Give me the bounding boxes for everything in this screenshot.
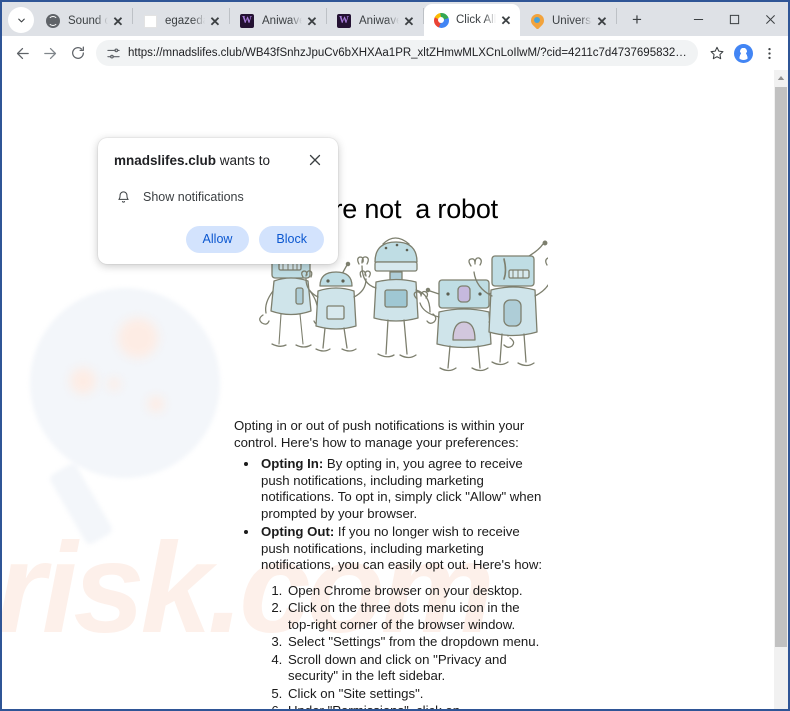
browser-window: Sound of F ✕ egazedatt ✕ W Aniwave T ✕ W bbox=[0, 0, 790, 711]
minimize-button[interactable] bbox=[680, 3, 716, 35]
dialog-title: mnadslifes.club wants to bbox=[114, 152, 270, 170]
tab-close-icon[interactable]: ✕ bbox=[304, 13, 320, 29]
bookmark-star-icon[interactable] bbox=[704, 40, 730, 66]
dialog-origin: mnadslifes.club bbox=[114, 153, 217, 168]
bullet-term: Opting Out: bbox=[261, 524, 335, 539]
list-item: Select "Settings" from the dropdown menu… bbox=[286, 634, 546, 651]
content-viewport: risk.com if you are nota robot bbox=[2, 70, 788, 709]
browser-toolbar: https://mnadslifes.club/WB43fSnhzJpuCv6b… bbox=[2, 36, 788, 70]
reload-button[interactable] bbox=[64, 39, 92, 67]
maximize-button[interactable] bbox=[716, 3, 752, 35]
new-tab-button[interactable]: + bbox=[623, 6, 651, 34]
list-item: Under "Permissions", click on "Notificat… bbox=[286, 703, 546, 709]
tab-title: egazedatt bbox=[165, 15, 205, 27]
permission-label: Show notifications bbox=[143, 190, 244, 204]
tab-close-icon[interactable]: ✕ bbox=[110, 13, 126, 29]
tab-title: Aniwave T bbox=[262, 15, 302, 27]
intro-paragraph: Opting in or out of push notifications i… bbox=[234, 418, 525, 450]
chevron-down-icon bbox=[16, 15, 27, 26]
tab-strip: Sound of F ✕ egazedatt ✕ W Aniwave T ✕ W bbox=[2, 2, 788, 36]
scroll-up-arrow-icon[interactable] bbox=[774, 70, 788, 85]
tab-close-icon[interactable]: ✕ bbox=[498, 12, 514, 28]
tab-list: Sound of F ✕ egazedatt ✕ W Aniwave T ✕ W bbox=[36, 2, 651, 36]
chrome-icon bbox=[433, 12, 449, 28]
headline-tail-text: a robot bbox=[415, 194, 498, 224]
tab-egazedatt[interactable]: egazedatt ✕ bbox=[133, 6, 229, 36]
blank-page-icon bbox=[142, 13, 158, 29]
bullet-list: Opting In: By opting in, you agree to re… bbox=[259, 456, 546, 574]
notification-permission-dialog: mnadslifes.club wants to Show notificati… bbox=[98, 138, 338, 264]
aniwave-icon: W bbox=[240, 14, 254, 28]
close-icon[interactable] bbox=[306, 151, 324, 169]
map-pin-icon bbox=[529, 13, 545, 29]
url-text: https://mnadslifes.club/WB43fSnhzJpuCv6b… bbox=[128, 46, 692, 59]
page-body-copy: Opting in or out of push notifications i… bbox=[234, 418, 546, 709]
list-item: Click on the three dots menu icon in the… bbox=[286, 600, 546, 633]
profile-avatar-icon[interactable] bbox=[730, 40, 756, 66]
block-button[interactable]: Block bbox=[259, 226, 324, 253]
list-item: Scroll down and click on "Privacy and se… bbox=[286, 652, 546, 685]
list-item: Opting Out: If you no longer wish to rec… bbox=[259, 524, 546, 574]
tab-click-allow[interactable]: Click Allow ✕ bbox=[424, 4, 520, 36]
globe-icon bbox=[45, 13, 61, 29]
tab-aniwave-1[interactable]: W Aniwave T ✕ bbox=[230, 6, 326, 36]
forward-button[interactable] bbox=[36, 39, 64, 67]
tab-title: Universal A bbox=[552, 15, 592, 27]
page-scrollbar[interactable] bbox=[773, 70, 788, 709]
scrollbar-thumb[interactable] bbox=[775, 87, 787, 647]
aniwave-icon: W bbox=[337, 14, 351, 28]
permission-row: Show notifications bbox=[114, 188, 324, 206]
list-item: Click on "Site settings". bbox=[286, 686, 546, 703]
tune-site-settings-icon[interactable] bbox=[104, 44, 122, 62]
bullet-term: Opting In: bbox=[261, 456, 324, 471]
back-button[interactable] bbox=[8, 39, 36, 67]
tab-sound-of[interactable]: Sound of F ✕ bbox=[36, 6, 132, 36]
steps-list: Open Chrome browser on your desktop. Cli… bbox=[286, 583, 546, 710]
allow-button[interactable]: Allow bbox=[185, 226, 250, 253]
tab-title: Click Allow bbox=[456, 14, 496, 26]
dialog-title-suffix: wants to bbox=[216, 153, 271, 168]
tab-title: Sound of F bbox=[68, 15, 108, 27]
close-window-button[interactable] bbox=[752, 3, 788, 35]
web-page: risk.com if you are nota robot bbox=[2, 70, 773, 709]
dialog-actions: Allow Block bbox=[114, 226, 324, 253]
tab-search-button[interactable] bbox=[8, 7, 34, 33]
tab-universal[interactable]: Universal A ✕ bbox=[520, 6, 616, 36]
three-dots-menu-icon[interactable] bbox=[756, 40, 782, 66]
dialog-header: mnadslifes.club wants to bbox=[114, 152, 324, 170]
tab-close-icon[interactable]: ✕ bbox=[594, 13, 610, 29]
list-item: Opting In: By opting in, you agree to re… bbox=[259, 456, 546, 522]
tab-aniwave-2[interactable]: W Aniwave T ✕ bbox=[327, 6, 423, 36]
list-item: Open Chrome browser on your desktop. bbox=[286, 583, 546, 600]
magnifier-dots-watermark bbox=[30, 288, 220, 478]
bell-icon bbox=[114, 188, 132, 206]
address-bar[interactable]: https://mnadslifes.club/WB43fSnhzJpuCv6b… bbox=[96, 40, 698, 66]
tab-close-icon[interactable]: ✕ bbox=[207, 13, 223, 29]
tab-title: Aniwave T bbox=[359, 15, 399, 27]
window-controls bbox=[680, 2, 788, 36]
tab-separator bbox=[616, 8, 617, 24]
tab-close-icon[interactable]: ✕ bbox=[401, 13, 417, 29]
